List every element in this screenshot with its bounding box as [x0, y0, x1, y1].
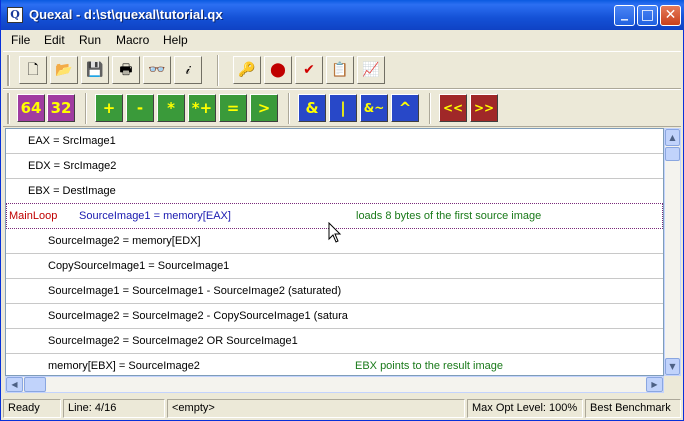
status-bar: Ready Line: 4/16 <empty> Max Opt Level: … [1, 397, 683, 420]
main-window: Q Quexal - d:\st\quexal\tutorial.qx _ □ … [0, 0, 684, 421]
op-xor-button[interactable]: ^ [391, 94, 419, 122]
loop-label: MainLoop [9, 210, 58, 222]
code-line[interactable]: EBX = DestImage [6, 179, 663, 204]
minimize-icon: _ [621, 5, 628, 21]
scroll-down-arrow-icon[interactable]: ▼ [665, 358, 680, 375]
export-icon: 📋 [331, 62, 349, 78]
op-multiply-button[interactable]: * [157, 94, 185, 122]
open-file-button[interactable]: 📂 [50, 56, 78, 84]
code-comment: EBX points to the result image [355, 360, 503, 372]
export-button[interactable]: 📋 [326, 56, 354, 84]
graph-button[interactable]: 📈 [357, 56, 385, 84]
scroll-up-arrow-icon[interactable]: ▲ [665, 129, 680, 146]
code-line[interactable]: SourceImage1 = SourceImage1 - SourceImag… [6, 279, 663, 304]
op-64-button[interactable]: 64 [17, 94, 45, 122]
maximize-icon: □ [640, 7, 655, 23]
print-button[interactable]: 🖶 [112, 56, 140, 84]
maximize-button[interactable]: □ [637, 5, 658, 26]
operator-toolbar: 64 32 + - * *+ = > & | &~ ^ << >> [3, 89, 681, 127]
vertical-scroll-thumb[interactable] [665, 147, 680, 161]
menu-edit[interactable]: Edit [44, 33, 65, 47]
scroll-left-arrow-icon[interactable]: ◀ [6, 377, 23, 392]
code-text: SourceImage2 = memory[EDX] [48, 235, 201, 247]
menu-file[interactable]: File [11, 33, 30, 47]
menu-bar: File Edit Run Macro Help [1, 30, 683, 50]
op-shift-left-button[interactable]: << [439, 94, 467, 122]
status-opt-level: Max Opt Level: 100% [467, 399, 583, 418]
open-folder-icon: 📂 [55, 62, 73, 78]
title-bar[interactable]: Q Quexal - d:\st\quexal\tutorial.qx _ □ … [1, 0, 684, 30]
toolbar-separator [217, 55, 219, 86]
code-line[interactable]: SourceImage2 = SourceImage2 - CopySource… [6, 304, 663, 329]
code-text: EDX = SrcImage2 [28, 160, 117, 172]
code-line[interactable]: memory[EBX] = SourceImage2 EBX points to… [6, 354, 663, 375]
new-file-button[interactable]: 🗋 [19, 56, 47, 84]
menu-help[interactable]: Help [163, 33, 188, 47]
op-and-button[interactable]: & [298, 94, 326, 122]
op-or-button[interactable]: | [329, 94, 357, 122]
op-multiply-add-button[interactable]: *+ [188, 94, 216, 122]
window-title: Quexal - d:\st\quexal\tutorial.qx [29, 7, 223, 22]
code-line[interactable]: SourceImage2 = SourceImage2 OR SourceIma… [6, 329, 663, 354]
code-text: SourceImage1 = memory[EAX] [79, 210, 231, 222]
status-benchmark: Best Benchmark [585, 399, 681, 418]
code-text: memory[EBX] = SourceImage2 [48, 360, 200, 372]
graph-icon: 📈 [362, 62, 380, 78]
code-editor[interactable]: EAX = SrcImage1 EDX = SrcImage2 EBX = De… [5, 128, 664, 376]
key-button[interactable]: 🔑 [233, 56, 261, 84]
code-text: EBX = DestImage [28, 185, 116, 197]
code-text: CopySourceImage1 = SourceImage1 [48, 260, 230, 272]
op-andnot-button[interactable]: &~ [360, 94, 388, 122]
toolbar-separator [85, 93, 87, 124]
code-line[interactable]: EDX = SrcImage2 [6, 154, 663, 179]
code-text: SourceImage2 = SourceImage2 OR SourceIma… [48, 335, 298, 347]
check-button[interactable]: ✔ [295, 56, 323, 84]
code-line[interactable]: CopySourceImage1 = SourceImage1 [6, 254, 663, 279]
toolbar-separator [288, 93, 290, 124]
menu-macro[interactable]: Macro [116, 33, 149, 47]
code-text: EAX = SrcImage1 [28, 135, 116, 147]
code-comment: loads 8 bytes of the first source image [356, 210, 542, 222]
horizontal-scrollbar[interactable]: ◀ ▶ [5, 376, 664, 393]
main-toolbar: 🗋 📂 💾 🖶 👓 𝒾 🔑 ⬤ ✔ 📋 📈 [3, 51, 681, 89]
status-line: Line: 4/16 [63, 399, 165, 418]
record-button[interactable]: ⬤ [264, 56, 292, 84]
code-line[interactable]: EAX = SrcImage1 [6, 129, 663, 154]
app-icon[interactable]: Q [7, 7, 23, 23]
status-buffer: <empty> [167, 399, 465, 418]
scroll-right-arrow-icon[interactable]: ▶ [646, 377, 663, 392]
info-button[interactable]: 𝒾 [174, 56, 202, 84]
find-button[interactable]: 👓 [143, 56, 171, 84]
op-32-button[interactable]: 32 [47, 94, 75, 122]
close-button[interactable]: ✕ [660, 5, 681, 26]
toolbar-grip[interactable] [7, 55, 10, 86]
op-subtract-button[interactable]: - [126, 94, 154, 122]
check-icon: ✔ [303, 62, 315, 78]
status-ready: Ready [3, 399, 61, 418]
code-text: SourceImage2 = SourceImage2 - CopySource… [48, 310, 348, 322]
menu-run[interactable]: Run [79, 33, 101, 47]
code-text: SourceImage1 = SourceImage1 - SourceImag… [48, 285, 342, 297]
vertical-scrollbar[interactable]: ▲ ▼ [664, 128, 681, 376]
find-binoculars-icon: 👓 [148, 62, 166, 78]
record-icon: ⬤ [270, 62, 286, 78]
info-icon: 𝒾 [185, 62, 191, 78]
save-button[interactable]: 💾 [81, 56, 109, 84]
mouse-cursor-icon [328, 222, 342, 243]
horizontal-scroll-thumb[interactable] [24, 377, 46, 392]
save-disk-icon: 💾 [86, 62, 104, 78]
op-shift-right-button[interactable]: >> [470, 94, 498, 122]
minimize-button[interactable]: _ [614, 5, 635, 26]
key-icon: 🔑 [238, 62, 256, 78]
op-greater-button[interactable]: > [250, 94, 278, 122]
op-add-button[interactable]: + [95, 94, 123, 122]
toolbar-grip[interactable] [7, 93, 10, 124]
op-equal-button[interactable]: = [219, 94, 247, 122]
print-icon: 🖶 [119, 62, 133, 78]
close-icon: ✕ [664, 7, 677, 23]
new-file-icon: 🗋 [27, 62, 39, 78]
toolbar-separator [429, 93, 431, 124]
